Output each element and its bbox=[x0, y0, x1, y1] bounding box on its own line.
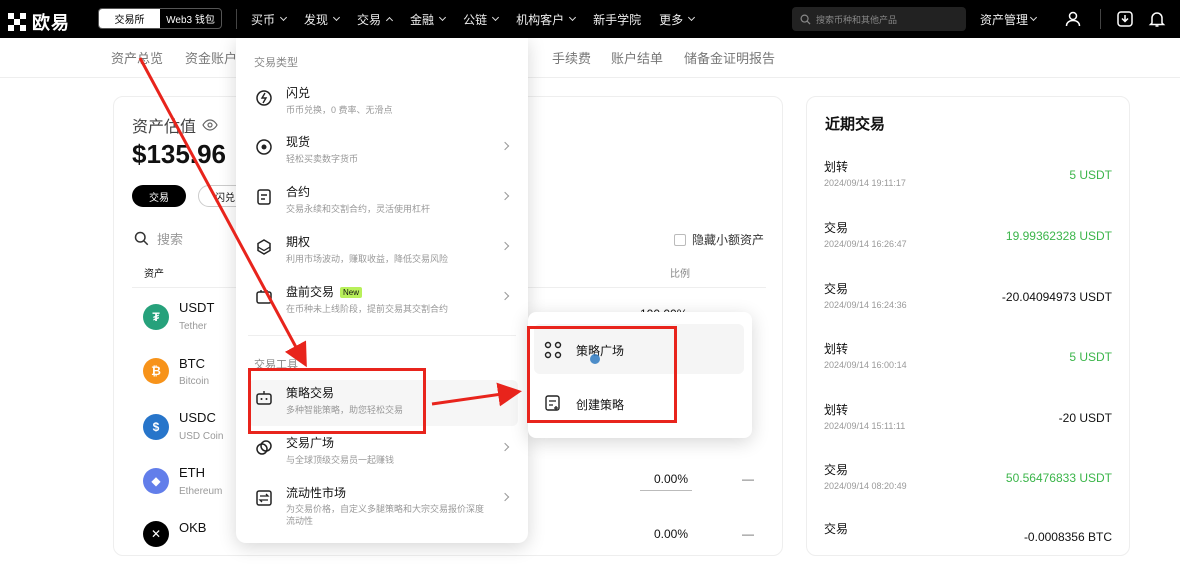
annotation-arrow-down bbox=[138, 57, 307, 368]
annotation-arrow-right bbox=[431, 382, 522, 407]
annotation-arrows bbox=[138, 57, 522, 407]
